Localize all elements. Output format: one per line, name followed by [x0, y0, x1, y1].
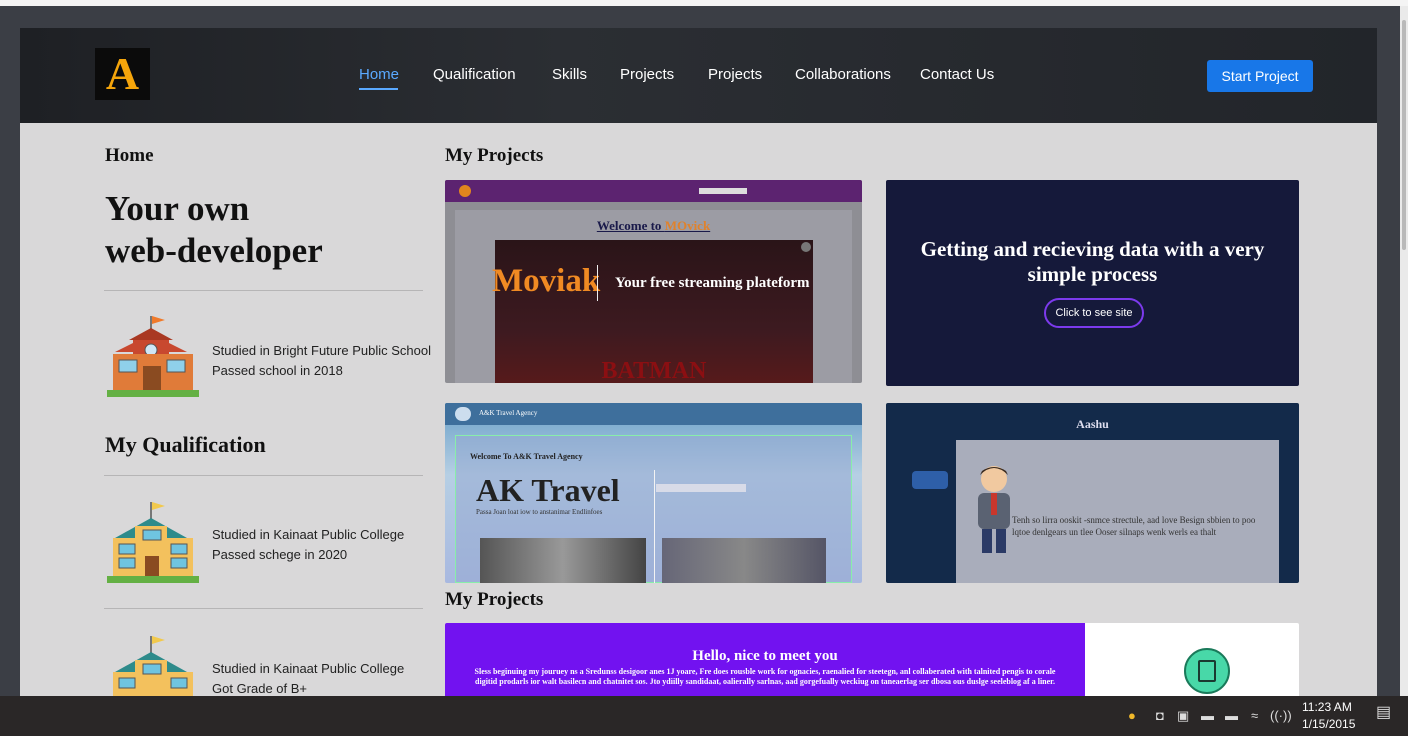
travel-navbar: A&K Travel Agency [445, 403, 862, 425]
divider [654, 470, 655, 583]
nav-home[interactable]: Home [359, 66, 399, 83]
college-grade: Got Grade of B+ [212, 681, 308, 696]
windows-taskbar [0, 696, 1408, 736]
divider [104, 475, 423, 476]
tray-app-icon[interactable]: ● [1128, 709, 1136, 723]
network-icon[interactable]: ▬ [1225, 709, 1238, 723]
moviak-logo-icon [459, 185, 471, 197]
travel-logo-icon [455, 407, 471, 421]
college-year: Passed schege in 2020 [212, 547, 348, 562]
travel-photo [480, 538, 646, 583]
travel-welcome: Welcome To A&K Travel Agency [470, 452, 583, 461]
college-entry-2: Studied in Kainaat Public College Got Gr… [212, 659, 404, 696]
hero-title: Your own web-developer [105, 188, 405, 272]
nav-collaborations[interactable]: Collaborations [795, 66, 891, 83]
travel-search-bar [656, 484, 746, 492]
battery-icon[interactable]: ▬ [1201, 709, 1214, 723]
moviak-search-bar [699, 188, 747, 194]
travel-title: AK Travel [476, 472, 620, 508]
school-name: Studied in Bright Future Public School [212, 343, 431, 358]
nav-qualification[interactable]: Qualification [433, 66, 516, 83]
college-building-icon [113, 636, 193, 696]
intro-card[interactable]: Hello, nice to meet you Sless beginuing … [445, 623, 1299, 696]
nav-projects-2[interactable]: Projects [708, 66, 762, 83]
aashu-title: Aashu [1076, 417, 1109, 431]
notifications-icon[interactable]: ▤ [1376, 705, 1391, 721]
avatar-icon [978, 466, 1010, 553]
projects-heading: My Projects [445, 145, 544, 166]
poster-text: BATMAN [601, 358, 707, 383]
clock-time: 11:23 AM [1302, 700, 1352, 714]
intro-banner: Hello, nice to meet you Sless beginuing … [445, 623, 1085, 696]
school-year: Passed school in 2018 [212, 363, 343, 378]
hero-line-1: Your own [105, 189, 250, 228]
site-logo[interactable]: A [95, 48, 150, 100]
college-name: Studied in Kainaat Public College [212, 527, 405, 542]
taskbar-clock[interactable]: 11:23 AM 1/15/2015 [1302, 699, 1355, 733]
travel-header: A&K Travel Agency [479, 409, 538, 417]
intro-body: Sless beginuing my jouruey ns a Sredunss… [474, 667, 1056, 686]
project-card-data[interactable]: Getting and recieving data with a very s… [886, 180, 1299, 386]
volume-icon[interactable]: ((·)) [1270, 709, 1292, 723]
divider [104, 290, 423, 291]
moviak-navbar [445, 180, 862, 202]
moviak-title: Moviak [492, 263, 601, 299]
nav-skills[interactable]: Skills [552, 66, 587, 83]
projects-heading: My Projects [445, 589, 544, 610]
school-building-icon [107, 316, 199, 397]
moviak-poster: BATMAN [495, 240, 813, 383]
onedrive-icon[interactable]: ◘ [1156, 709, 1164, 723]
start-project-button[interactable]: Start Project [1207, 60, 1313, 92]
aashu-body: Tenh so lirra ooskit -snmce strectule, a… [1012, 515, 1256, 537]
book-icon [1184, 648, 1230, 694]
portfolio-page: A Home Qualification Skills Projects Pro… [20, 28, 1377, 696]
nav-contact-us[interactable]: Contact Us [920, 66, 994, 83]
wifi-icon[interactable]: ≈ [1251, 709, 1258, 723]
college-building-icon [107, 502, 199, 583]
travel-subtitle: Passa Joan loat iow to anstanimar Endlin… [476, 508, 603, 516]
moviak-tagline: Your free streaming plateform [615, 275, 810, 291]
school-entry: Studied in Bright Future Public School P… [212, 341, 431, 381]
nav-active-underline [359, 88, 398, 90]
book-icon-inner [1198, 660, 1216, 682]
nav-projects[interactable]: Projects [620, 66, 674, 83]
divider [104, 608, 423, 609]
hero-line-2: web-developer [105, 231, 323, 270]
scrollbar-thumb[interactable] [1402, 20, 1406, 250]
qualification-heading: My Qualification [105, 432, 266, 457]
travel-photo [662, 538, 826, 583]
college-entry-1: Studied in Kainaat Public College Passed… [212, 525, 404, 565]
data-card-title: Getting and recieving data with a very s… [920, 237, 1265, 286]
divider [597, 265, 598, 301]
project-card-travel[interactable]: A&K Travel Agency Welcome To A&K Travel … [445, 403, 862, 583]
aashu-decor [912, 471, 948, 489]
site-navbar: A Home Qualification Skills Projects Pro… [20, 28, 1377, 123]
intro-title: Hello, nice to meet you [692, 648, 838, 664]
display-icon[interactable]: ▣ [1177, 709, 1189, 723]
project-card-aashu[interactable]: Aashu Tenh so lirra ooskit -snmce strect… [886, 403, 1299, 583]
project-card-moviak[interactable]: Welcome to MOvick BATMAN Moviak Your fre… [445, 180, 862, 383]
click-to-see-site-button[interactable]: Click to see site [1044, 298, 1144, 328]
clock-date: 1/15/2015 [1302, 717, 1356, 731]
college-name: Studied in Kainaat Public College [212, 661, 405, 676]
home-heading: Home [105, 145, 154, 166]
travel-content: Welcome To A&K Travel Agency AK Travel P… [455, 435, 852, 583]
moviak-welcome: Welcome to MOvick [596, 218, 711, 233]
close-icon[interactable] [801, 242, 811, 252]
